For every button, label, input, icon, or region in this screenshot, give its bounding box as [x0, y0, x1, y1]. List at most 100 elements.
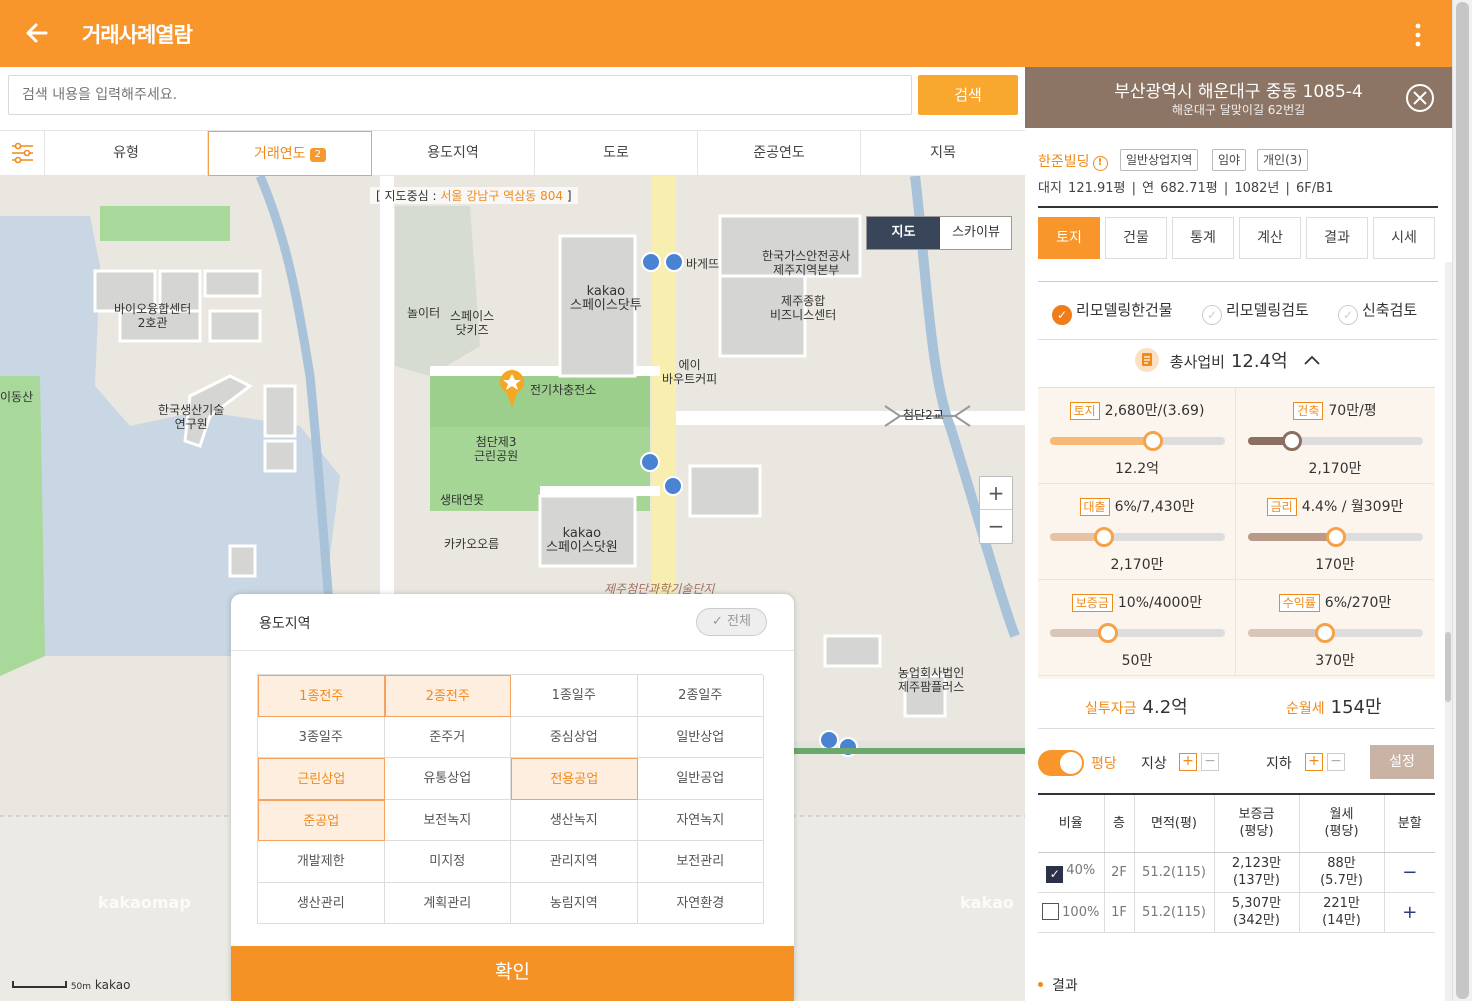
zone-option[interactable]: 개발제한: [258, 841, 385, 883]
above-plus-button[interactable]: +: [1179, 753, 1197, 771]
warning-icon[interactable]: !: [1092, 156, 1108, 171]
area-cell: 51.2(115): [1134, 852, 1215, 893]
map-type-skyview-button[interactable]: 스카이뷰: [940, 217, 1012, 249]
zone-option[interactable]: 준주거: [384, 716, 511, 758]
zoom-out-button[interactable]: −: [980, 510, 1012, 543]
zone-option[interactable]: 3종일주: [258, 716, 385, 758]
split-button[interactable]: −: [1384, 852, 1435, 893]
tab-calculation[interactable]: 계산: [1239, 217, 1301, 259]
tab-land-category[interactable]: 지목: [861, 131, 1025, 176]
option-remodel-review[interactable]: ✓ 리모델링검토: [1202, 299, 1309, 325]
chevron-up-icon[interactable]: [1302, 353, 1322, 367]
zone-option[interactable]: 보전녹지: [384, 799, 511, 841]
zone-option[interactable]: 농림지역: [511, 882, 638, 924]
tab-type[interactable]: 유형: [45, 131, 208, 176]
tab-zoning[interactable]: 용도지역: [372, 131, 535, 176]
zone-option[interactable]: 1종일주: [511, 675, 638, 717]
ratio-value: 100%: [1062, 905, 1100, 920]
row-checkbox[interactable]: ✓: [1046, 865, 1064, 883]
search-button[interactable]: 검색: [918, 75, 1018, 115]
zone-option[interactable]: 1종전주: [258, 675, 385, 717]
slider-value: 170만: [1315, 557, 1355, 573]
below-plus-button[interactable]: +: [1305, 753, 1323, 771]
tab-statistics[interactable]: 통계: [1172, 217, 1234, 259]
zone-option[interactable]: 계획관리: [384, 882, 511, 924]
settings-button[interactable]: 설정: [1370, 745, 1434, 779]
tab-building[interactable]: 건물: [1105, 217, 1167, 259]
tab-completion-year[interactable]: 준공연도: [698, 131, 861, 176]
option-new-build-review[interactable]: ✓ 신축검토: [1338, 299, 1417, 325]
split-button[interactable]: +: [1384, 892, 1435, 933]
zone-option[interactable]: 중심상업: [511, 716, 638, 758]
slider-track[interactable]: [1248, 623, 1423, 643]
slider-track[interactable]: [1050, 527, 1225, 547]
cost-slider-box: 금리 4.4% / 월309만 170만: [1236, 484, 1434, 580]
total-cost[interactable]: 총사업비 12.4억: [1135, 347, 1322, 373]
row-checkbox[interactable]: [1042, 903, 1060, 920]
zone-option[interactable]: 보전관리: [637, 841, 764, 883]
panel-scrollbar[interactable]: [1445, 262, 1452, 1001]
slider-value: 2,170만: [1110, 557, 1164, 573]
net-monthly-rent-value: 154만: [1330, 697, 1382, 718]
select-all-button[interactable]: ✓ 전체: [696, 608, 767, 636]
zoom-in-button[interactable]: +: [980, 477, 1012, 510]
zone-option[interactable]: 일반상업: [637, 716, 764, 758]
above-minus-button[interactable]: −: [1201, 753, 1219, 771]
close-icon[interactable]: [1405, 83, 1435, 113]
per-pyeong-toggle[interactable]: [1038, 750, 1084, 776]
zone-option[interactable]: 자연환경: [637, 882, 764, 924]
slider-track[interactable]: [1248, 527, 1423, 547]
zone-option[interactable]: 생산관리: [258, 882, 385, 924]
zone-option[interactable]: 자연녹지: [637, 799, 764, 841]
zone-option[interactable]: 근린상업: [258, 758, 385, 800]
search-input[interactable]: [8, 75, 912, 115]
slider-track[interactable]: [1248, 431, 1423, 451]
zone-option[interactable]: 2종일주: [637, 675, 764, 717]
map-label: 농업회사법인 제주팜플러스: [898, 666, 965, 694]
col-area: 면적(평): [1134, 794, 1215, 853]
map-scale: 50m kakao: [12, 978, 130, 992]
net-monthly-rent-label: 순월세: [1286, 701, 1325, 717]
map-label: 제주종합 비즈니스센터: [770, 294, 837, 322]
tab-result[interactable]: 결과: [1306, 217, 1368, 259]
window-scrollbar[interactable]: [1452, 0, 1472, 1001]
tag-owner: 개인(3): [1257, 149, 1309, 171]
map-type-map-button[interactable]: 지도: [867, 217, 940, 249]
zone-option[interactable]: 일반공업: [637, 758, 764, 800]
zone-option[interactable]: 유통상업: [384, 758, 511, 800]
tab-market-price[interactable]: 시세: [1373, 217, 1435, 259]
below-ground-label: 지하: [1266, 756, 1292, 772]
slider-handle[interactable]: [1325, 527, 1346, 547]
back-arrow-icon[interactable]: [22, 18, 52, 48]
slider-label: 건축 70만/평: [1236, 400, 1434, 420]
slider-handle[interactable]: [1097, 623, 1118, 643]
more-menu-icon[interactable]: [1408, 22, 1428, 48]
zone-option[interactable]: 관리지역: [511, 841, 638, 883]
filter-count-badge: 2: [309, 148, 326, 162]
slider-track[interactable]: [1050, 431, 1225, 451]
zone-option[interactable]: 미지정: [384, 841, 511, 883]
slider-value: 12.2억: [1114, 461, 1160, 477]
tab-trade-year[interactable]: 거래연도 2: [208, 131, 372, 176]
rent-cell: 88만 (5.7만): [1299, 852, 1385, 893]
zone-option[interactable]: 전용공업: [511, 758, 638, 800]
confirm-button[interactable]: 확인: [231, 946, 794, 1001]
zone-option[interactable]: 준공업: [258, 799, 385, 841]
panel-scrollbar-thumb[interactable]: [1445, 632, 1451, 702]
slider-track[interactable]: [1050, 623, 1225, 643]
slider-handle[interactable]: [1281, 431, 1302, 451]
below-minus-button[interactable]: −: [1327, 753, 1345, 771]
slider-handle[interactable]: [1143, 431, 1164, 451]
slider-label: 금리 4.4% / 월309만: [1236, 496, 1434, 516]
zone-option[interactable]: 생산녹지: [511, 799, 638, 841]
slider-handle[interactable]: [1094, 527, 1115, 547]
map-label: kakao 스페이스닷투: [570, 284, 642, 313]
filter-settings-icon[interactable]: [0, 131, 45, 176]
tab-land[interactable]: 토지: [1038, 217, 1100, 259]
deposit-cell: 2,123만 (137만): [1214, 852, 1300, 893]
slider-handle[interactable]: [1315, 623, 1335, 643]
zone-option[interactable]: 2종전주: [384, 675, 511, 717]
scrollbar-thumb[interactable]: [1456, 2, 1469, 999]
option-remodeled[interactable]: ✓ 리모델링한건물: [1052, 299, 1173, 325]
tab-road[interactable]: 도로: [535, 131, 698, 176]
